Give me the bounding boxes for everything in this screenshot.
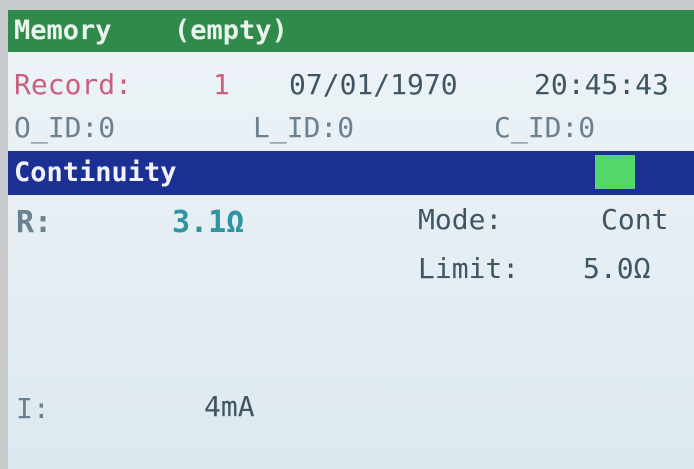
current-value: 4mA	[204, 390, 255, 423]
meter-display: Memory (empty) Record: 1 07/01/1970 20:4…	[8, 10, 694, 469]
test-title-bar: Continuity	[8, 151, 694, 195]
test-name: Continuity	[14, 157, 177, 188]
current-label: I:	[16, 392, 50, 425]
memory-state: (empty)	[174, 15, 288, 46]
memory-header: Memory (empty)	[8, 10, 694, 52]
mode-value: Cont	[601, 203, 669, 236]
mode-label: Mode:	[418, 203, 503, 236]
limit-value: 5.0Ω	[583, 252, 651, 285]
o-id: O_ID:0	[14, 111, 116, 144]
record-label: Record:	[14, 68, 133, 101]
status-indicator	[595, 155, 635, 189]
record-time: 20:45:43	[534, 68, 669, 101]
resistance-value: 3.1Ω	[172, 205, 245, 240]
memory-title: Memory	[14, 15, 112, 46]
resistance-label: R:	[16, 205, 53, 240]
record-date: 07/01/1970	[289, 68, 458, 101]
record-number: 1	[213, 68, 230, 101]
l-id: L_ID:0	[253, 111, 355, 144]
limit-label: Limit:	[418, 252, 520, 285]
c-id: C_ID:0	[494, 111, 596, 144]
